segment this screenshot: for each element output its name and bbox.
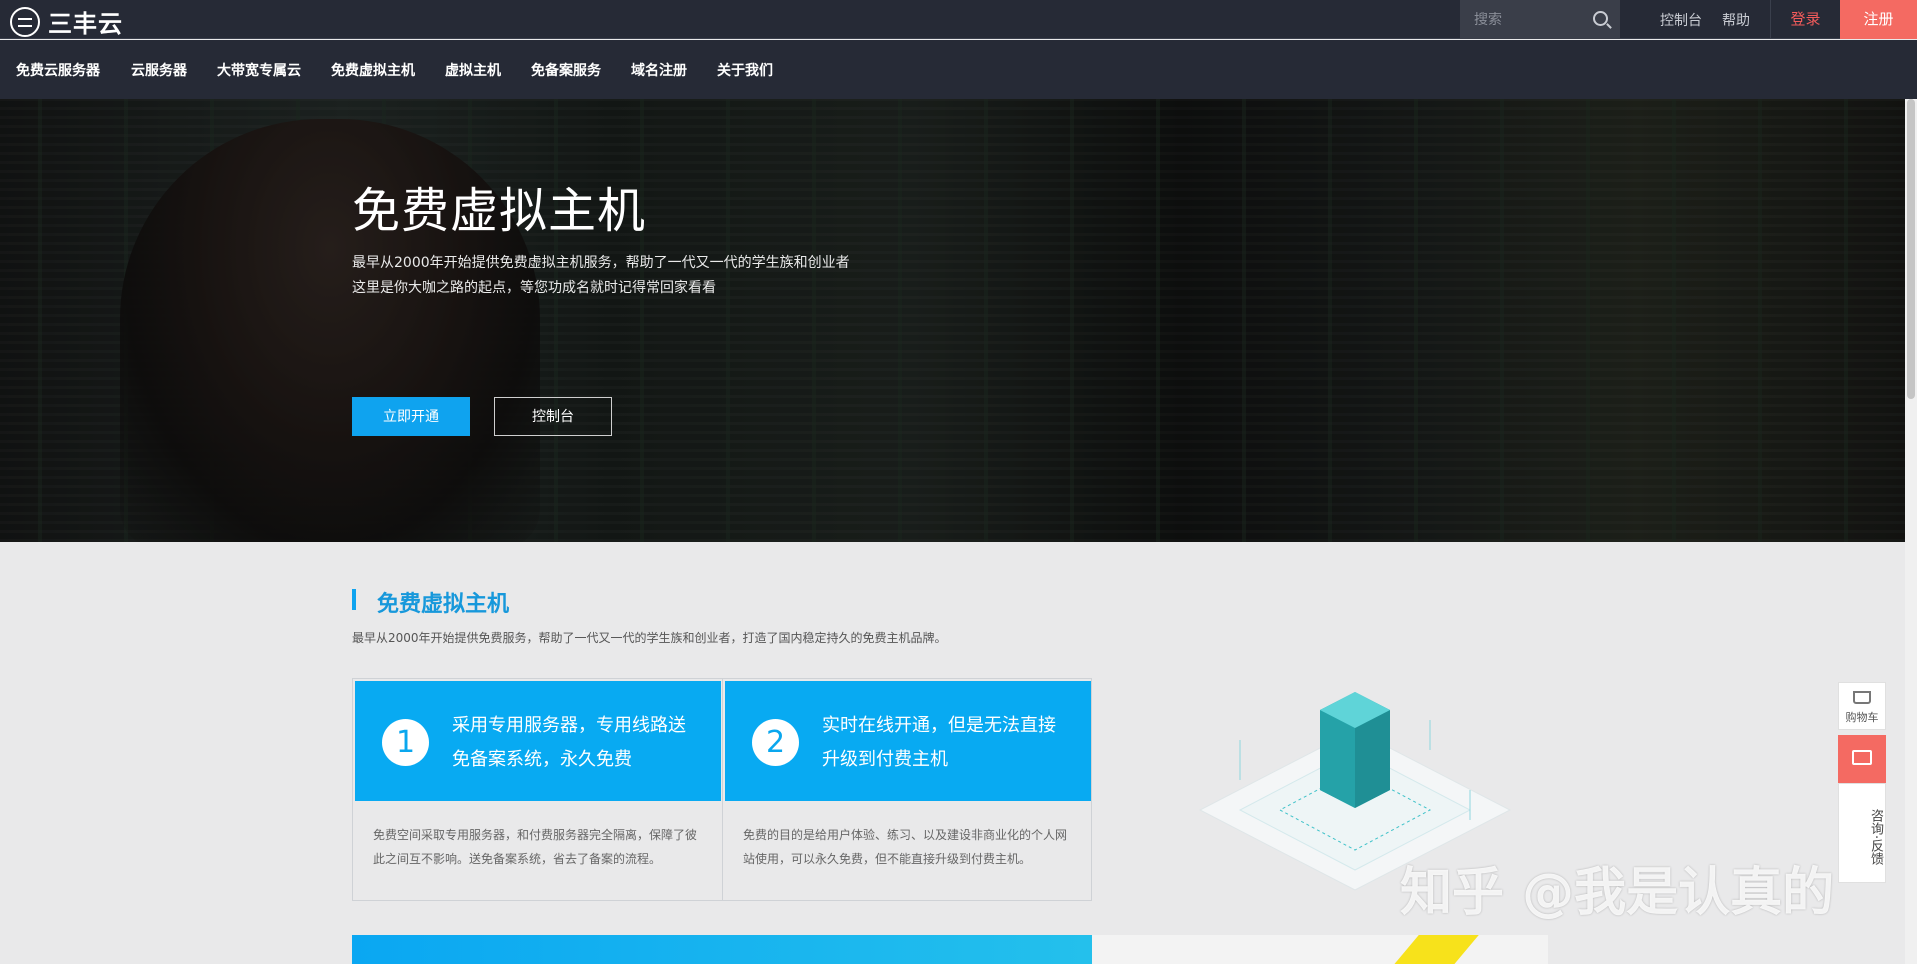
nav-about-us[interactable]: 关于我们 [717,60,773,80]
nav-free-virtual-host[interactable]: 免费虚拟主机 [331,60,415,80]
scrollbar-thumb[interactable] [1907,99,1915,399]
feature-number: 1 [382,719,429,766]
logo-text: 三丰云 [48,10,123,38]
watermark: 知乎 @我是认真的 [1400,863,1835,923]
nav-domain-registration[interactable]: 域名注册 [631,60,687,80]
feedback-button[interactable]: 咨询·反馈 [1838,783,1886,883]
console-button[interactable]: 控制台 [494,397,612,436]
help-link[interactable]: 帮助 [1722,10,1750,30]
console-link[interactable]: 控制台 [1660,10,1702,30]
search-icon[interactable] [1593,11,1608,26]
hero-title: 免费虚拟主机 [352,183,647,239]
login-button[interactable]: 登录 [1770,0,1840,39]
feature-body: 免费空间采取专用服务器，和付费服务器完全隔离，保障了彼此之间互不影响。送免备案系… [373,828,698,866]
nav-no-filing-service[interactable]: 免备案服务 [531,60,601,80]
feature-number: 2 [752,719,799,766]
bottom-banner-right [1092,935,1548,964]
feature-card-header: 1 采用专用服务器，专用线路送免备案系统，永久免费 [355,681,721,801]
section-desc: 最早从2000年开始提供免费服务，帮助了一代又一代的学生族和创业者，打造了国内稳… [352,631,947,645]
feature-card: 1 采用专用服务器，专用线路送免备案系统，永久免费 免费空间采取专用服务器，和付… [355,681,721,900]
section-title-accent [352,589,356,610]
card-divider [722,679,723,900]
main-nav: 免费云服务器 云服务器 大带宽专属云 免费虚拟主机 虚拟主机 免备案服务 域名注… [0,40,1917,99]
logo-icon [10,6,40,37]
logo[interactable]: 三丰云 [10,4,123,39]
hero-desc-line1: 最早从2000年开始提供免费虚拟主机服务，帮助了一代又一代的学生族和创业者 [352,255,850,271]
register-button[interactable]: 注册 [1840,0,1917,39]
nav-free-cloud-server[interactable]: 免费云服务器 [16,60,100,80]
section-title: 免费虚拟主机 [377,592,510,617]
hero-banner: 免费虚拟主机 最早从2000年开始提供免费虚拟主机服务，帮助了一代又一代的学生族… [0,99,1905,542]
feature-title: 采用专用服务器，专用线路送免备案系统，永久免费 [452,715,686,770]
nav-bandwidth-cloud[interactable]: 大带宽专属云 [217,60,301,80]
cart-button[interactable]: 购物车 [1838,682,1886,730]
feature-cards: 1 采用专用服务器，专用线路送免备案系统，永久免费 免费空间采取专用服务器，和付… [352,678,1092,901]
feature-title: 实时在线开通，但是无法直接升级到付费主机 [822,715,1056,770]
hero-content: 免费虚拟主机 最早从2000年开始提供免费虚拟主机服务，帮助了一代又一代的学生族… [352,171,850,436]
scrollbar[interactable] [1905,99,1917,964]
bottom-banner-left [352,935,1092,964]
activate-now-button[interactable]: 立即开通 [352,397,470,436]
cart-icon [1853,691,1871,704]
search-box [1460,0,1620,39]
feature-card: 2 实时在线开通，但是无法直接升级到付费主机 免费的目的是给用户体验、练习、以及… [725,681,1091,900]
hero-desc-line2: 这里是你大咖之路的起点，等您功成名就时记得常回家看看 [352,280,716,296]
search-input[interactable] [1460,11,1590,28]
nav-cloud-server[interactable]: 云服务器 [131,60,187,80]
feature-body: 免费的目的是给用户体验、练习、以及建设非商业化的个人网站使用，可以永久免费，但不… [743,828,1068,866]
chat-button[interactable] [1838,735,1886,783]
feature-card-header: 2 实时在线开通，但是无法直接升级到付费主机 [725,681,1091,801]
nav-virtual-host[interactable]: 虚拟主机 [445,60,501,80]
chat-icon [1852,750,1872,765]
cart-label: 购物车 [1845,711,1879,724]
top-bar: 三丰云 控制台 帮助 登录 注册 [0,0,1917,39]
